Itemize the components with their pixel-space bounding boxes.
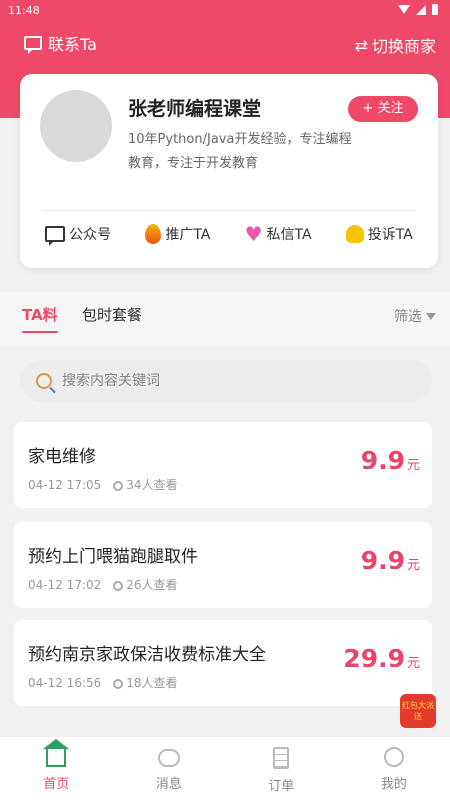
list-item[interactable]: 家电维修 04-12 17:05 34人查看 9.9 元 xyxy=(14,422,432,508)
item-time: 04-12 17:02 xyxy=(28,577,102,592)
contact-label: 联系Ta xyxy=(48,35,97,54)
bottom-nav: 首页 消息 订单 我的 xyxy=(0,736,450,800)
search-bar[interactable] xyxy=(20,360,432,402)
switch-label: 切换商家 xyxy=(371,37,436,56)
action-label: 公众号 xyxy=(69,227,112,243)
wifi-icon xyxy=(398,5,410,14)
price-value: 9.9 xyxy=(360,546,405,575)
item-title: 预约上门喂猫跑腿取件 xyxy=(28,547,198,567)
item-views: 26人查看 xyxy=(126,578,178,592)
action-label: 推广TA xyxy=(165,227,211,243)
private-message-button[interactable]: ♥ 私信TA xyxy=(245,224,312,244)
price-unit: 元 xyxy=(406,458,420,473)
action-label: 私信TA xyxy=(266,227,312,243)
filter-button[interactable]: 筛选 xyxy=(394,306,436,326)
nav-mine[interactable]: 我的 xyxy=(338,737,450,800)
item-views-wrap: 34人查看 xyxy=(113,476,178,493)
price-unit: 元 xyxy=(406,656,420,671)
system-icons xyxy=(398,4,438,15)
item-meta: 04-12 17:02 26人查看 xyxy=(28,576,178,593)
content-tabs: TA料 包时套餐 筛选 xyxy=(0,292,450,346)
item-time: 04-12 17:05 xyxy=(28,477,102,492)
order-icon xyxy=(273,747,290,769)
profile-card: 张老师编程课堂 + 关注 10年Python/Java开发经验，专注编程教育，专… xyxy=(20,74,438,268)
shop-name: 张老师编程课堂 xyxy=(128,98,262,120)
search-input[interactable] xyxy=(62,373,362,389)
item-views-wrap: 18人查看 xyxy=(113,674,178,691)
complain-button[interactable]: 投诉TA xyxy=(345,224,413,244)
official-account-button[interactable]: 公众号 xyxy=(45,224,112,246)
nav-label: 我的 xyxy=(380,777,407,792)
switch-icon: ⇄ xyxy=(354,35,368,55)
home-icon xyxy=(43,739,70,767)
status-bar: 11:48 xyxy=(0,0,450,22)
profile-icon xyxy=(383,747,404,767)
item-title: 家电维修 xyxy=(28,447,96,467)
price-value: 29.9 xyxy=(343,644,405,673)
status-time: 11:48 xyxy=(8,4,40,17)
nav-label: 订单 xyxy=(268,779,295,794)
nav-label: 消息 xyxy=(155,777,182,792)
item-time: 04-12 16:56 xyxy=(28,675,102,690)
eye-icon xyxy=(113,480,124,491)
bell-icon xyxy=(345,225,364,243)
avatar[interactable] xyxy=(40,90,112,162)
promote-button[interactable]: 推广TA xyxy=(145,224,210,244)
eye-icon xyxy=(113,580,124,591)
price-unit: 元 xyxy=(406,558,420,573)
item-views: 18人查看 xyxy=(126,676,178,690)
follow-button[interactable]: + 关注 xyxy=(348,96,418,122)
tab-time-package[interactable]: 包时套餐 xyxy=(82,304,142,325)
action-label: 投诉TA xyxy=(367,227,413,243)
message-icon xyxy=(157,749,180,767)
list-item[interactable]: 预约上门喂猫跑腿取件 04-12 17:02 26人查看 9.9 元 xyxy=(14,522,432,608)
wechat-account-icon xyxy=(45,226,66,246)
price-value: 9.9 xyxy=(360,446,405,475)
tab-ta-material[interactable]: TA料 xyxy=(22,304,58,333)
fire-icon xyxy=(145,224,162,244)
nav-label: 首页 xyxy=(43,777,70,792)
list-item[interactable]: 预约南京家政保洁收费标准大全 04-12 16:56 18人查看 29.9 元 xyxy=(14,620,432,706)
shop-description: 10年Python/Java开发经验，专注编程教育，专注于开发教育 xyxy=(128,132,352,171)
caret-down-icon xyxy=(426,312,436,320)
filter-label: 筛选 xyxy=(394,309,422,325)
item-price: 9.9 元 xyxy=(361,546,420,575)
switch-merchant-button[interactable]: ⇄ 切换商家 xyxy=(355,33,436,57)
item-views-wrap: 26人查看 xyxy=(113,576,178,593)
heart-icon: ♥ xyxy=(244,222,263,246)
item-title: 预约南京家政保洁收费标准大全 xyxy=(28,645,266,665)
item-price: 29.9 元 xyxy=(343,644,420,673)
item-views: 34人查看 xyxy=(126,478,178,492)
contact-ta-button[interactable]: 联系Ta xyxy=(24,31,97,55)
eye-icon xyxy=(113,678,124,689)
nav-orders[interactable]: 订单 xyxy=(225,737,338,800)
red-envelope-button[interactable]: 红包大派送 xyxy=(400,694,436,728)
chat-icon xyxy=(24,36,42,54)
divider xyxy=(42,210,416,211)
profile-actions: 公众号 推广TA ♥ 私信TA 投诉TA xyxy=(20,224,438,246)
item-meta: 04-12 17:05 34人查看 xyxy=(28,476,178,493)
nav-home[interactable]: 首页 xyxy=(0,737,113,800)
item-price: 9.9 元 xyxy=(361,446,420,475)
item-meta: 04-12 16:56 18人查看 xyxy=(28,674,178,691)
battery-icon xyxy=(432,4,438,15)
signal-icon xyxy=(416,4,426,15)
nav-messages[interactable]: 消息 xyxy=(113,737,226,800)
search-icon xyxy=(36,373,52,389)
